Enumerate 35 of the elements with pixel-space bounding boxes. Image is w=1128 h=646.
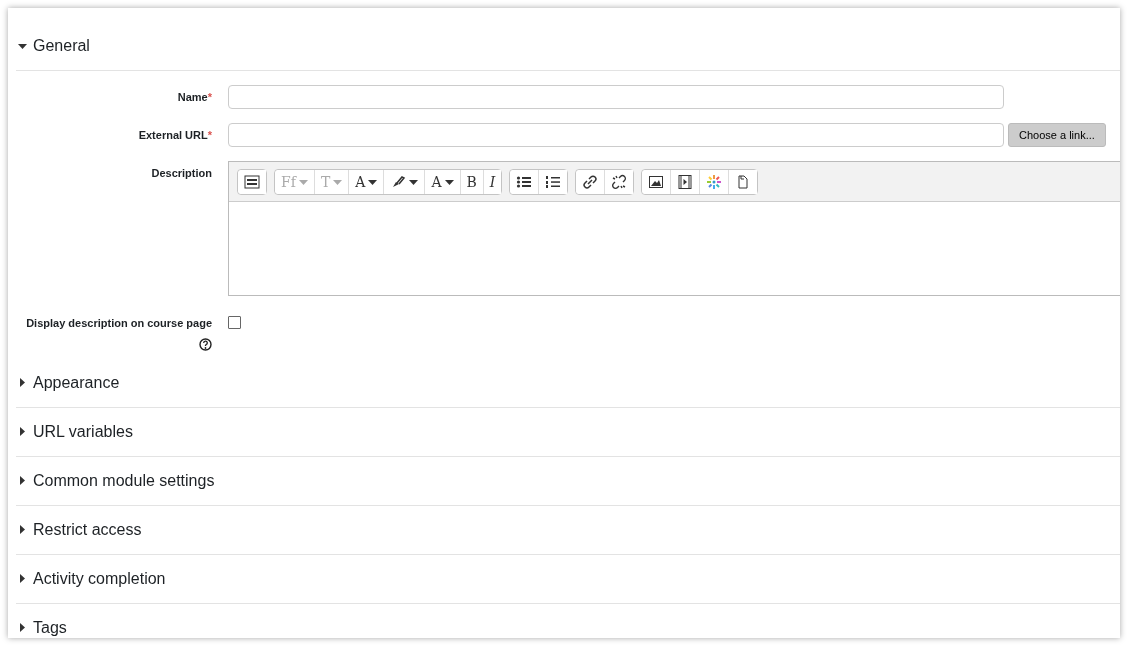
toolbar-button[interactable] [538, 170, 568, 194]
caret-down-icon [298, 179, 308, 185]
section-heading[interactable]: General [33, 34, 90, 58]
caret-down-icon [444, 179, 454, 185]
field-label: External URL [138, 129, 208, 141]
keyboard-icon [244, 174, 260, 190]
highlighter-icon [390, 174, 407, 190]
section-heading[interactable]: Common module settings [33, 468, 215, 493]
section-heading[interactable]: Appearance [33, 370, 120, 395]
choose-link-button[interactable]: Choose a link... [1008, 123, 1106, 147]
text-field[interactable] [228, 85, 1004, 109]
section-heading[interactable]: Activity completion [33, 566, 166, 591]
caret-down-icon [409, 179, 419, 185]
section-heading[interactable]: Tags [33, 615, 67, 638]
section-heading[interactable]: URL variables [33, 419, 133, 444]
field-label: Description [151, 167, 212, 179]
field-label: Name [177, 91, 208, 103]
field-label: Display description on course page [26, 317, 212, 329]
required-mark: * [207, 129, 212, 141]
caret-down-icon [368, 179, 378, 185]
url-field[interactable] [228, 123, 1004, 147]
link-icon [582, 174, 599, 190]
bullet-list-icon [516, 174, 533, 190]
film-icon [677, 174, 694, 190]
toolbar-button[interactable] [238, 170, 266, 194]
caret-down-icon [333, 179, 343, 185]
help-icon[interactable] [199, 337, 212, 351]
numbered-list-icon [545, 174, 562, 190]
unlink-icon [611, 174, 628, 190]
section-heading[interactable]: Restrict access [33, 517, 142, 542]
image-icon [648, 174, 665, 190]
checkbox[interactable] [228, 316, 241, 329]
sparkle-icon [706, 174, 723, 190]
required-mark: * [207, 91, 212, 103]
toolbar-button[interactable] [604, 170, 634, 194]
